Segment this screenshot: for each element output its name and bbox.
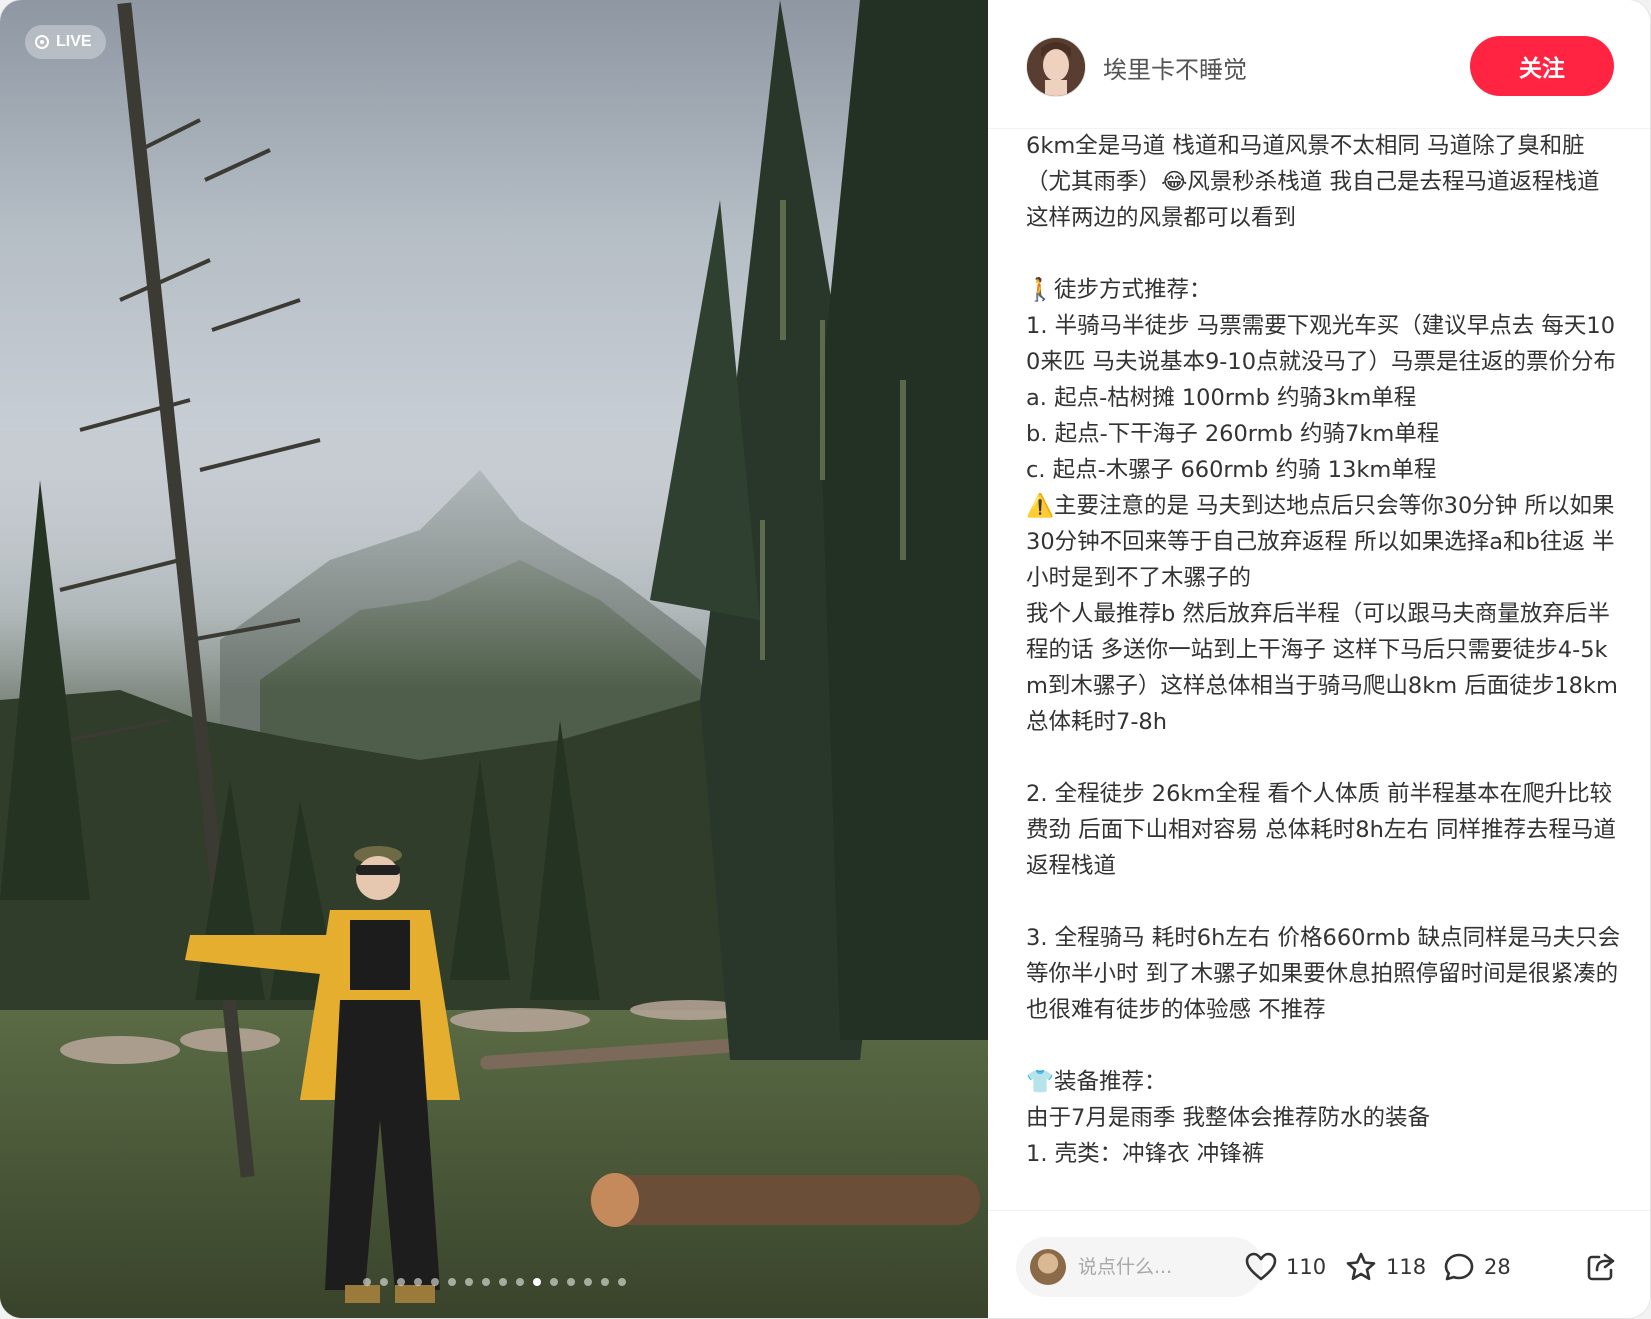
author-bar: 埃里卡不睡觉 关注 [988,0,1650,129]
post-paragraph: 🚶徒步方式推荐： [1026,277,1212,303]
follow-button[interactable]: 关注 [1470,36,1614,96]
post-paragraph: 3. 全程骑马 耗时6h左右 价格660rmb 缺点同样是马夫只会等你半小时 到… [1026,925,1621,1023]
engagement-bar: 110 118 28 [988,1210,1650,1318]
live-badge[interactable]: LIVE [25,25,106,59]
avatar-image [1027,38,1085,96]
like-button[interactable]: 110 [1245,1249,1326,1285]
carousel-dot[interactable] [362,1278,371,1286]
post-paragraph: 由于7月是雨季 我整体会推荐防水的装备 [1026,1105,1430,1131]
author-name[interactable]: 埃里卡不睡觉 [1103,50,1247,85]
collect-button[interactable]: 118 [1345,1249,1426,1285]
post-panel: 埃里卡不睡觉 关注 6km全是马道 栈道和马道风景不太相同 马道除了臭和脏（尤其… [988,0,1650,1318]
carousel-dot[interactable] [600,1278,609,1286]
live-label: LIVE [56,33,92,50]
comment-box[interactable] [1016,1237,1263,1297]
carousel-dot[interactable] [617,1278,626,1286]
share-button[interactable] [1585,1249,1617,1285]
carousel-dot[interactable] [413,1278,422,1286]
comment-button[interactable]: 28 [1443,1249,1511,1285]
post-paragraph: c. 起点-木骡子 660rmb 约骑 13km单程 [1026,457,1437,483]
carousel-dot[interactable] [498,1278,507,1286]
carousel-dot[interactable] [464,1278,473,1286]
carousel-dot[interactable] [379,1278,388,1286]
post-paragraph: 1. 壳类：冲锋衣 冲锋裤 [1026,1141,1265,1167]
note-card: LIVE 埃里卡不睡觉 关注 6km全是马道 栈道和马道风景不太相同 马道除了臭… [0,0,1650,1318]
comment-count: 28 [1484,1255,1511,1279]
post-paragraph: 2. 全程徒步 26km全程 看个人体质 前半程基本在爬升比较费劲 后面下山相对… [1026,781,1617,879]
post-paragraph: b. 起点-下干海子 260rmb 约骑7km单程 [1026,421,1440,447]
heart-icon [1245,1252,1277,1281]
live-icon [35,35,49,49]
carousel-dot[interactable] [447,1278,456,1286]
carousel-dot[interactable] [430,1278,439,1286]
carousel-dot[interactable] [481,1278,490,1286]
comment-input[interactable] [1076,1255,1250,1279]
photo-scene [0,0,988,1318]
carousel-dot[interactable] [515,1278,524,1286]
post-paragraph: 我个人最推荐b 然后放弃后半程（可以跟马夫商量放弃后半程的话 多送你一站到上干海… [1026,601,1618,735]
carousel-dot[interactable] [549,1278,558,1286]
carousel-indicator [0,1278,988,1286]
user-avatar [1030,1249,1066,1285]
post-paragraph: a. 起点-枯树摊 100rmb 约骑3km单程 [1026,385,1417,411]
comment-icon [1444,1253,1474,1281]
share-icon [1587,1253,1615,1281]
post-paragraph: 👕装备推荐： [1026,1069,1167,1095]
carousel-dot[interactable] [532,1278,541,1286]
post-content[interactable]: 6km全是马道 栈道和马道风景不太相同 马道除了臭和脏（尤其雨季）😂风景秒杀栈道… [1026,128,1621,1210]
author-avatar[interactable] [1026,37,1086,97]
post-paragraph: ⚠️主要注意的是 马夫到达地点后只会等你30分钟 所以如果30分钟不回来等于自己… [1026,493,1615,591]
carousel-dot[interactable] [583,1278,592,1286]
star-icon [1346,1252,1376,1281]
like-count: 110 [1286,1255,1327,1279]
post-photo[interactable]: LIVE [0,0,988,1318]
carousel-dot[interactable] [566,1278,575,1286]
collect-count: 118 [1386,1255,1427,1279]
post-paragraph: 6km全是马道 栈道和马道风景不太相同 马道除了臭和脏（尤其雨季）😂风景秒杀栈道… [1026,133,1600,231]
post-paragraph: 1. 半骑马半徒步 马票需要下观光车买（建议早点去 每天100来匹 马夫说基本9… [1026,313,1617,375]
carousel-dot[interactable] [396,1278,405,1286]
